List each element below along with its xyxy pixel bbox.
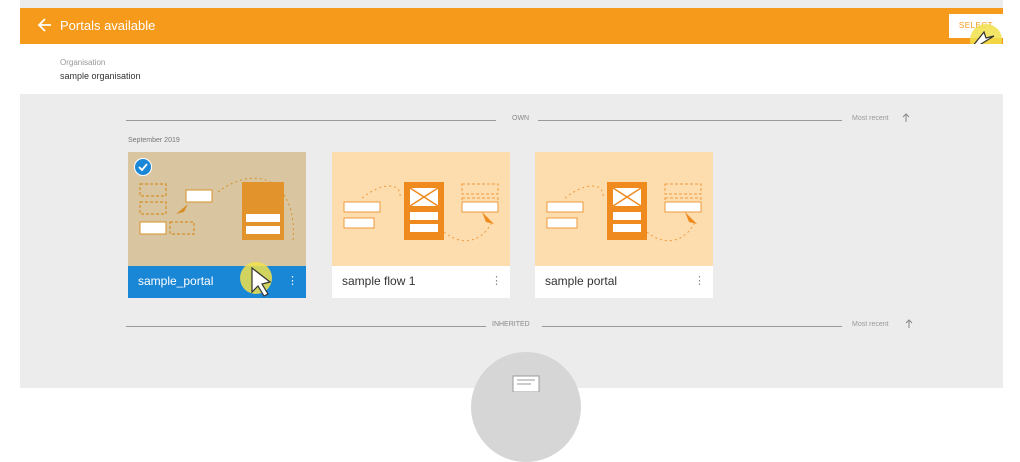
card-title: sample flow 1 [342, 274, 416, 288]
portal-illustration [546, 182, 702, 242]
cursor-highlight-icon [240, 262, 272, 297]
top-bar: Portals available SELECT [20, 8, 1003, 44]
portal-thumbnail [535, 152, 713, 266]
portal-thumbnail [332, 152, 510, 266]
card-title: sample_portal [138, 274, 214, 288]
app-frame: Portals available SELECT Organisation sa… [20, 0, 1003, 462]
page-title: Portals available [60, 18, 156, 33]
flow-illustration [343, 182, 499, 242]
arrow-up-icon[interactable] [901, 113, 911, 123]
section-inherited-divider: INHERITED Most recent [126, 319, 926, 333]
section-own-divider: OWN Most recent [126, 113, 926, 127]
sort-most-recent-inherited[interactable]: Most recent [852, 321, 889, 328]
empty-folder-icon [512, 375, 540, 392]
organisation-label: Organisation [60, 58, 106, 67]
arrow-up-icon[interactable] [904, 319, 914, 329]
organisation-panel: Organisation sample organisation [20, 44, 1003, 94]
section-inherited-label: INHERITED [492, 321, 530, 328]
back-arrow-icon[interactable] [36, 16, 54, 34]
more-options-icon[interactable]: ⋮ [287, 274, 298, 287]
organisation-value: sample organisation [60, 71, 141, 81]
portal-illustration [139, 177, 294, 243]
card-footer[interactable]: sample portal ⋮ [535, 266, 713, 298]
selected-check-icon[interactable] [134, 158, 152, 176]
portal-thumbnail [128, 152, 306, 266]
section-own-label: OWN [512, 115, 530, 122]
sort-most-recent-own[interactable]: Most recent [852, 115, 889, 122]
portal-card[interactable]: sample flow 1 ⋮ [332, 152, 510, 298]
empty-state-circle [471, 352, 581, 462]
card-footer[interactable]: sample flow 1 ⋮ [332, 266, 510, 298]
more-options-icon[interactable]: ⋮ [491, 274, 502, 287]
card-footer[interactable]: sample_portal ⋮ [128, 266, 306, 298]
portal-card[interactable]: sample portal ⋮ [535, 152, 713, 298]
group-month: September 2019 [128, 137, 180, 144]
more-options-icon[interactable]: ⋮ [694, 274, 705, 287]
card-title: sample portal [545, 274, 618, 288]
portal-card[interactable]: sample_portal ⋮ [128, 152, 306, 298]
